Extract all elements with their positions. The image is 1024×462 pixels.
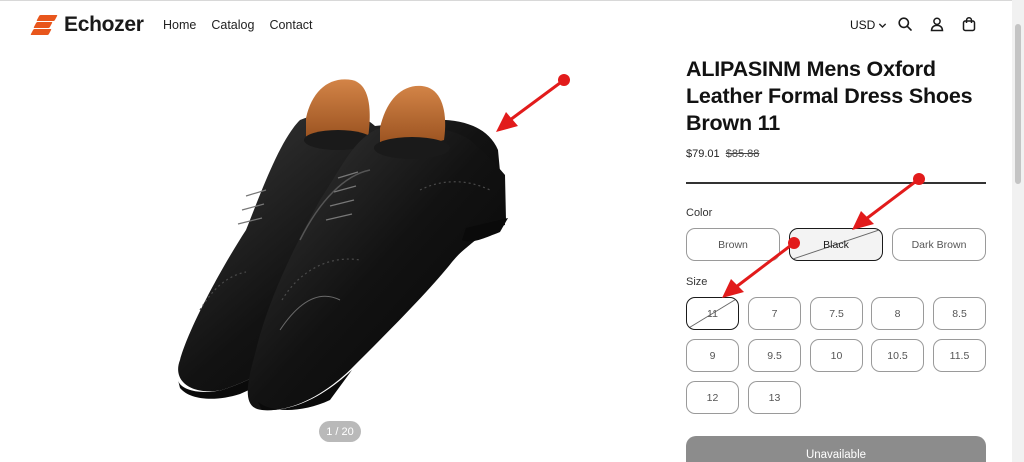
nav-home[interactable]: Home: [163, 18, 196, 32]
size-option-8[interactable]: 8: [871, 297, 924, 330]
brand-name: Echozer: [64, 13, 144, 36]
logo-mark-icon: [30, 12, 60, 38]
brand-logo[interactable]: Echozer: [30, 12, 144, 38]
size-option-label: 9: [709, 349, 716, 362]
size-option-label: 13: [768, 391, 781, 404]
color-option-label: Brown: [718, 238, 748, 251]
size-option-10[interactable]: 10: [810, 339, 863, 372]
scrollbar-thumb[interactable]: [1015, 24, 1021, 184]
size-option-8-5[interactable]: 8.5: [933, 297, 986, 330]
sale-price: $79.01: [686, 148, 720, 160]
search-icon[interactable]: [897, 16, 913, 32]
size-option-label: 10.5: [887, 349, 908, 362]
size-option-label: 10: [830, 349, 843, 362]
gallery-pager: 1 / 20: [319, 421, 361, 442]
size-option-13[interactable]: 13: [748, 381, 801, 414]
size-option-label: 7: [771, 307, 778, 320]
size-label: Size: [686, 276, 708, 288]
color-option-label: Black: [823, 238, 849, 251]
size-option-label: 8.5: [952, 307, 967, 320]
currency-label: USD: [850, 18, 876, 32]
color-label: Color: [686, 207, 713, 219]
size-option-label: 12: [706, 391, 719, 404]
product-image[interactable]: [150, 60, 540, 420]
account-icon[interactable]: [929, 16, 945, 32]
color-option-dark-brown[interactable]: Dark Brown: [892, 228, 986, 261]
size-option-label: 8: [894, 307, 901, 320]
color-option-label: Dark Brown: [911, 238, 967, 251]
size-option-10-5[interactable]: 10.5: [871, 339, 924, 372]
divider: [686, 182, 986, 184]
add-to-cart-button[interactable]: Unavailable: [686, 436, 986, 462]
size-option-11-5[interactable]: 11.5: [933, 339, 986, 372]
nav-catalog[interactable]: Catalog: [211, 18, 254, 32]
size-option-9[interactable]: 9: [686, 339, 739, 372]
color-option-black[interactable]: Black: [789, 228, 883, 261]
size-option-label: 11.5: [949, 349, 970, 362]
nav-contact[interactable]: Contact: [269, 18, 312, 32]
size-option-9-5[interactable]: 9.5: [748, 339, 801, 372]
currency-selector[interactable]: USD: [850, 18, 887, 32]
size-option-label: 7.5: [829, 307, 844, 320]
cart-icon[interactable]: [961, 16, 977, 32]
size-option-label: 11: [707, 307, 718, 320]
size-option-12[interactable]: 12: [686, 381, 739, 414]
size-option-11[interactable]: 11: [686, 297, 739, 330]
size-option-7[interactable]: 7: [748, 297, 801, 330]
page-scrollbar[interactable]: [1012, 0, 1024, 462]
product-price: $79.01 $85.88: [686, 148, 759, 160]
size-option-7-5[interactable]: 7.5: [810, 297, 863, 330]
chevron-down-icon: [879, 22, 887, 28]
size-option-label: 9.5: [767, 349, 782, 362]
main-nav: Home Catalog Contact: [163, 18, 313, 32]
site-header: Echozer Home Catalog Contact USD: [0, 0, 1020, 52]
compare-price: $85.88: [725, 148, 760, 160]
product-title: ALIPASINM Mens Oxford Leather Formal Dre…: [686, 57, 973, 135]
color-option-brown[interactable]: Brown: [686, 228, 780, 261]
